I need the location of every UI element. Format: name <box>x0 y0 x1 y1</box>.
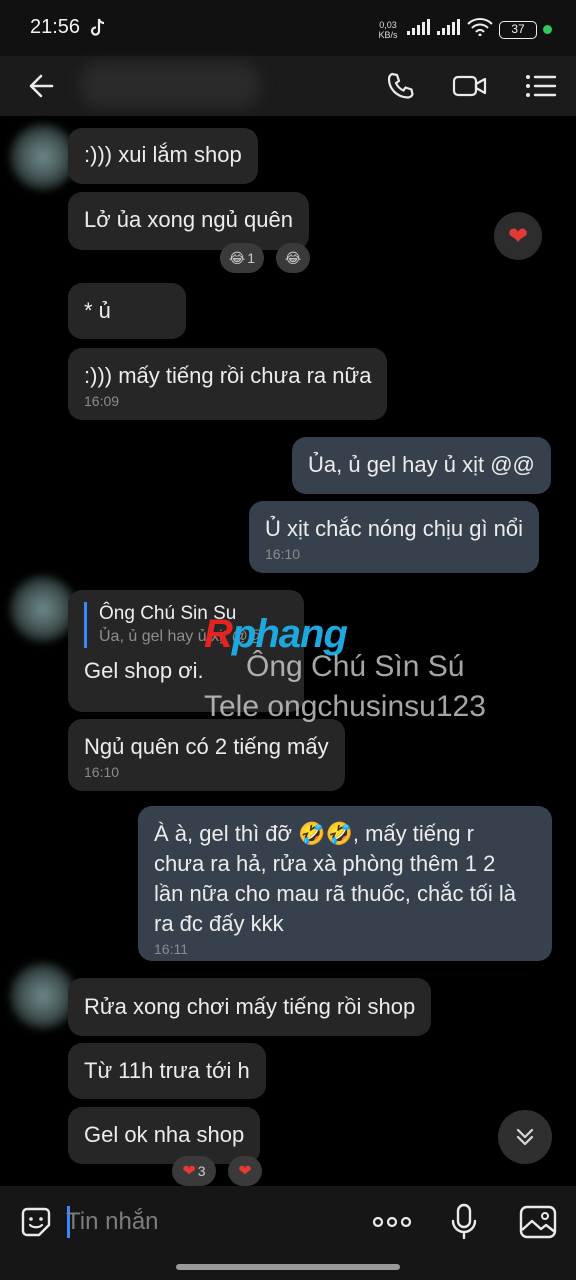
message-text: Ngủ quên có 2 tiếng mấy <box>84 734 329 759</box>
avatar[interactable] <box>10 124 76 190</box>
message-bubble[interactable]: Rửa xong chơi mấy tiếng rồi shop <box>68 978 432 1036</box>
tiktok-icon <box>90 18 106 43</box>
heart-icon: ❤ <box>507 222 529 250</box>
avatar[interactable] <box>10 576 76 642</box>
compose-bar <box>0 1186 576 1280</box>
message-text-line: lần nữa cho mau rã thuốc, chắc tối là <box>154 881 517 906</box>
microphone-icon <box>451 1203 477 1240</box>
message-bubble[interactable]: :))) xui lắm shop <box>68 128 258 184</box>
message-text: Ủ xịt chắc nóng chịu gì nổi <box>265 516 524 541</box>
laughing-emoji-icon: 😂 <box>284 249 302 266</box>
message-text: Rửa xong chơi mấy tiếng rồi shop <box>84 994 416 1019</box>
reaction-chip[interactable]: ❤ <box>228 1156 262 1186</box>
message-bubble[interactable]: :))) mấy tiếng rồi chưa ra nữa 16:09 <box>68 348 388 420</box>
message-time: 16:10 <box>84 764 120 780</box>
message-bubble[interactable]: Lở ủa xong ngủ quên <box>68 192 309 250</box>
video-call-button[interactable] <box>448 64 492 108</box>
message-text: Lở ủa xong ngủ quên <box>84 207 293 232</box>
arrow-left-icon <box>29 74 54 98</box>
message-bubble[interactable]: Ông Chú Sin Su Ủa, ủ gel hay ủ xịt @@ Ge… <box>68 590 304 712</box>
message-time: 16:11 <box>154 941 188 957</box>
message-bubble[interactable]: Ủa, ủ gel hay ủ xịt @@ <box>292 437 551 494</box>
scroll-to-bottom-button[interactable] <box>498 1110 552 1164</box>
net-speed: 0,03 KB/s <box>378 19 398 40</box>
more-options-button[interactable] <box>370 1200 414 1244</box>
wifi-icon <box>467 18 493 41</box>
video-camera-icon <box>452 75 487 97</box>
battery-level: 37 <box>511 21 525 36</box>
list-menu-icon <box>526 75 557 97</box>
reply-quote[interactable]: Ông Chú Sin Su Ủa, ủ gel hay ủ xịt @@ <box>84 602 288 648</box>
contact-name[interactable] <box>80 62 260 108</box>
double-chevron-down-icon <box>516 1128 534 1146</box>
message-text: Từ 11h trưa tới h <box>84 1058 250 1083</box>
message-text: :))) xui lắm shop <box>84 142 242 167</box>
message-bubble[interactable]: * ủ <box>68 283 186 339</box>
photo-button[interactable] <box>516 1200 560 1244</box>
ellipsis-icon <box>372 1216 412 1228</box>
message-text: Gel ok nha shop <box>84 1122 245 1147</box>
message-text: :))) mấy tiếng rồi chưa ra nữa <box>84 363 372 388</box>
menu-button[interactable] <box>518 64 562 108</box>
reaction-chip[interactable]: 😂 <box>276 243 310 273</box>
message-text: * ủ <box>84 298 111 323</box>
laughing-emoji-icon: 😂 <box>228 249 246 266</box>
signal-icon-2 <box>437 19 461 40</box>
heart-icon: ❤ <box>182 1163 196 1180</box>
reply-author: Ông Chú Sin Su <box>99 603 237 624</box>
notification-dot <box>543 25 552 34</box>
reaction-chip[interactable]: 😂 1 <box>220 243 264 273</box>
message-bubble[interactable]: Từ 11h trưa tới h <box>68 1043 266 1099</box>
message-bubble[interactable]: Ngủ quên có 2 tiếng mấy 16:10 <box>68 719 345 791</box>
message-text-line: ra đc đấy kkk <box>154 911 284 936</box>
message-list[interactable]: :))) xui lắm shop Lở ủa xong ngủ quên 😂 1… <box>0 116 576 1186</box>
reaction-count: 1 <box>247 250 256 266</box>
chat-header <box>0 56 576 116</box>
message-time: 16:09 <box>84 393 120 409</box>
avatar[interactable] <box>10 963 76 1029</box>
message-time: 16:10 <box>265 546 301 562</box>
phone-icon <box>387 72 414 99</box>
image-icon <box>519 1205 557 1239</box>
message-text-line: À à, gel thì đỡ 🤣🤣, mấy tiếng r <box>154 821 474 846</box>
battery-icon: 37 <box>499 20 537 39</box>
message-input[interactable] <box>66 1204 356 1240</box>
quick-react-button[interactable]: ❤ <box>494 212 542 260</box>
status-bar: 21:56 0,03 KB/s 37 <box>0 0 576 56</box>
reaction-chip[interactable]: ❤ 3 <box>172 1156 216 1186</box>
back-button[interactable] <box>24 66 64 106</box>
reaction-count: 3 <box>197 1163 206 1179</box>
reply-text: Ủa, ủ gel hay ủ xịt @@ <box>99 628 264 645</box>
message-text-line: chưa ra hả, rửa xà phòng thêm 1 2 <box>154 851 496 876</box>
signal-icon <box>407 19 431 40</box>
home-indicator <box>176 1264 400 1270</box>
message-bubble[interactable]: Gel ok nha shop <box>68 1107 261 1164</box>
message-text: Ủa, ủ gel hay ủ xịt @@ <box>308 452 535 477</box>
message-bubble[interactable]: À à, gel thì đỡ 🤣🤣, mấy tiếng r chưa ra … <box>138 806 552 961</box>
heart-icon: ❤ <box>238 1163 252 1180</box>
message-bubble[interactable]: Ủ xịt chắc nóng chịu gì nổi 16:10 <box>249 501 540 573</box>
emoji-button[interactable] <box>14 1200 58 1244</box>
sticker-smiley-icon <box>21 1207 51 1237</box>
status-time: 21:56 <box>30 16 81 38</box>
voice-message-button[interactable] <box>442 1200 486 1244</box>
voice-call-button[interactable] <box>378 64 422 108</box>
message-text: Gel shop ơi. <box>84 658 204 683</box>
